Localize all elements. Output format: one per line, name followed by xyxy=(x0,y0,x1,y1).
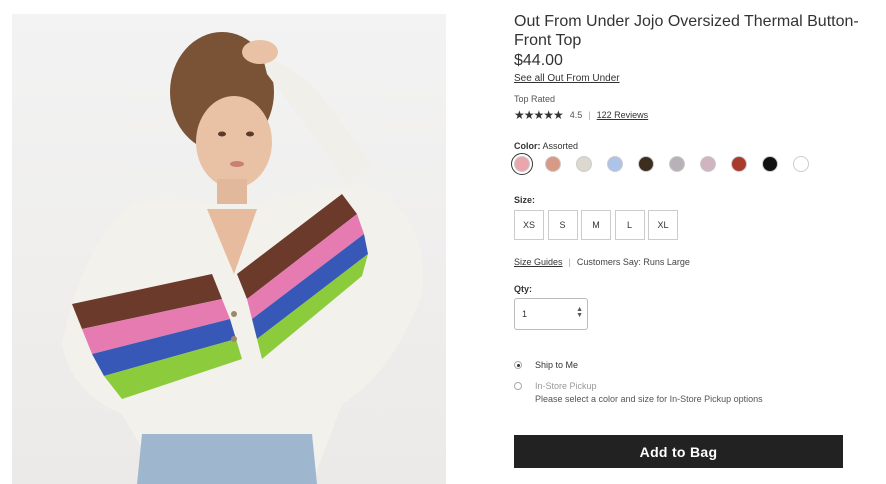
product-photo-illustration xyxy=(62,32,424,484)
size-option-xl[interactable]: XL xyxy=(648,210,678,240)
in-store-pickup-radio[interactable] xyxy=(514,382,522,390)
size-options: XS S M L XL xyxy=(514,210,682,240)
color-label-text: Color: xyxy=(514,141,541,151)
size-label: Size: xyxy=(514,195,536,205)
in-store-pickup-note: Please select a color and size for In-St… xyxy=(535,394,763,404)
product-price: $44.00 xyxy=(514,52,563,69)
qty-select[interactable]: 1 ▲ ▼ xyxy=(514,298,588,330)
size-option-m[interactable]: M xyxy=(581,210,611,240)
ship-to-me-option[interactable]: Ship to Me xyxy=(514,360,578,370)
rating-value: 4.5 xyxy=(569,110,583,120)
qty-label: Qty: xyxy=(514,284,532,294)
divider: | xyxy=(568,257,571,267)
select-arrows-icon: ▲ ▼ xyxy=(576,306,583,319)
color-swatch-white[interactable] xyxy=(793,156,809,172)
color-swatch-peach[interactable] xyxy=(545,156,561,172)
size-option-s[interactable]: S xyxy=(547,210,578,240)
brand-link[interactable]: See all Out From Under xyxy=(514,73,620,84)
in-store-pickup-option[interactable]: In-Store Pickup Please select a color an… xyxy=(514,381,763,404)
divider: | xyxy=(588,110,591,120)
product-image[interactable] xyxy=(12,14,446,484)
star-rating-icon: ★★★★★ xyxy=(514,108,564,122)
rating-row: ★★★★★ 4.5 | 122 Reviews xyxy=(514,108,648,122)
product-title: Out From Under Jojo Oversized Thermal Bu… xyxy=(514,13,859,49)
color-swatch-light-blue[interactable] xyxy=(607,156,623,172)
reviews-link[interactable]: 122 Reviews xyxy=(597,110,649,120)
color-swatches xyxy=(511,153,824,175)
customers-say-text: Customers Say: Runs Large xyxy=(576,257,690,267)
in-store-pickup-label: In-Store Pickup xyxy=(535,381,597,391)
size-option-xs[interactable]: XS xyxy=(514,210,544,240)
ship-to-me-radio[interactable] xyxy=(514,361,522,369)
qty-value: 1 xyxy=(522,309,528,319)
color-swatch-black[interactable] xyxy=(762,156,778,172)
top-rated-badge: Top Rated xyxy=(514,94,556,104)
color-swatch-cream[interactable] xyxy=(576,156,592,172)
color-swatch-black-stripe[interactable] xyxy=(638,156,654,172)
color-swatch-grey[interactable] xyxy=(669,156,685,172)
color-selected-value: Assorted xyxy=(542,141,579,151)
color-swatch-mauve[interactable] xyxy=(700,156,716,172)
size-guides-link[interactable]: Size Guides xyxy=(514,257,563,267)
color-label: Color: Assorted xyxy=(514,141,578,151)
color-swatch-assorted[interactable] xyxy=(511,153,533,175)
color-swatch-rust[interactable] xyxy=(731,156,747,172)
size-guides-row: Size Guides | Customers Say: Runs Large xyxy=(514,257,690,267)
size-option-l[interactable]: L xyxy=(614,210,645,240)
add-to-bag-button[interactable]: Add to Bag xyxy=(514,435,843,468)
ship-to-me-label: Ship to Me xyxy=(535,360,579,370)
